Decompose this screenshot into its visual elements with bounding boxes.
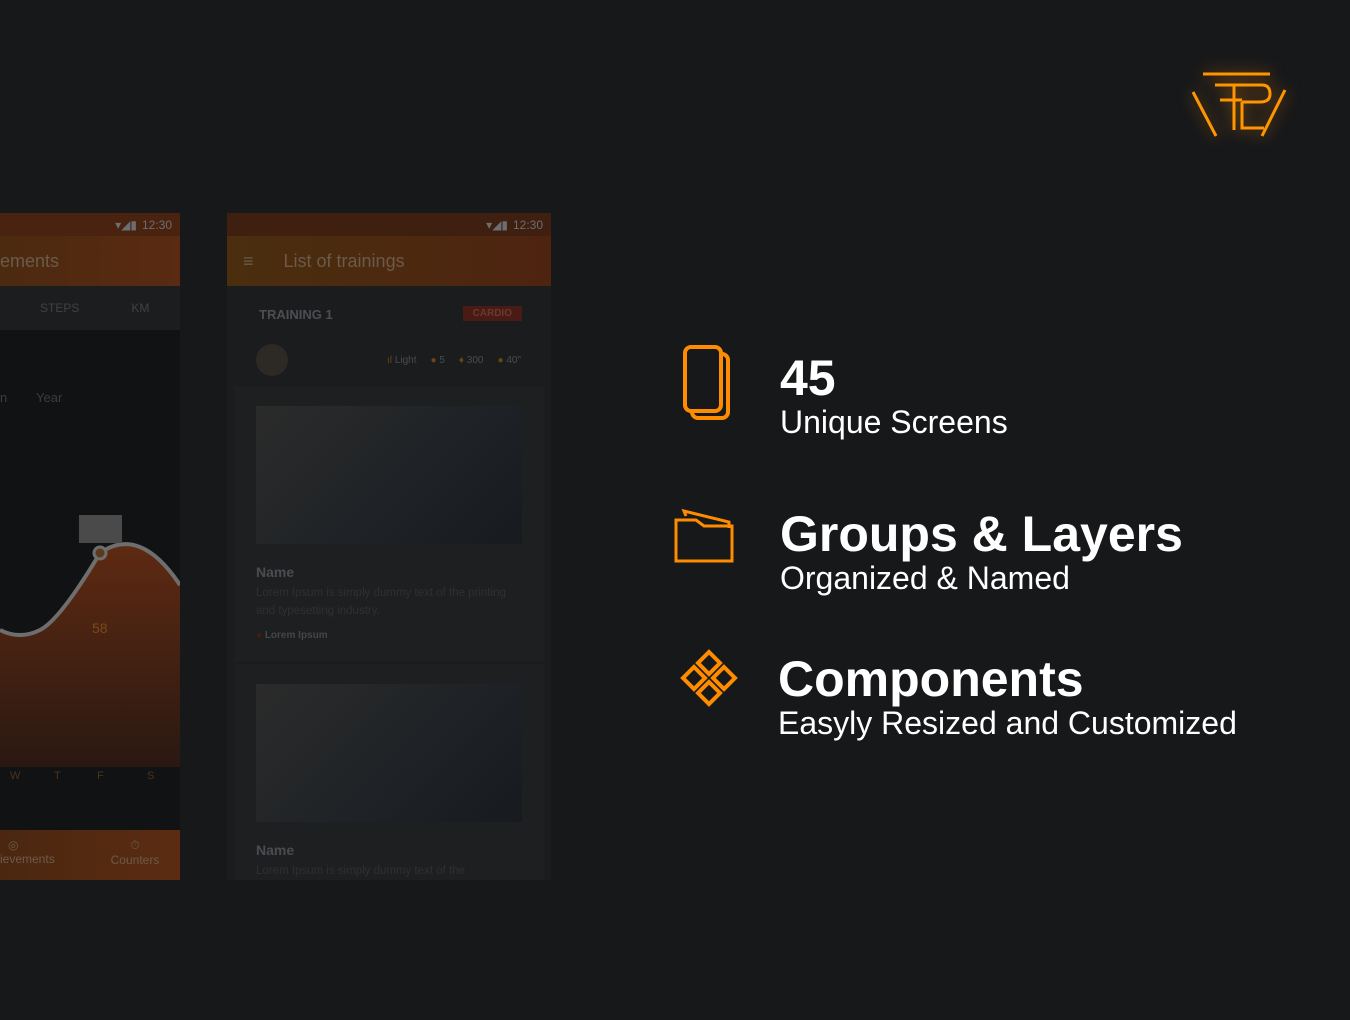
timer-icon: ● [497, 355, 504, 366]
status-time: 12:30 [512, 217, 543, 232]
card-tag: Lorem Ipsum [264, 630, 328, 641]
brand-logo [1190, 70, 1290, 140]
card-description: Lorem Ipsum is simply dummy text of the [256, 865, 465, 877]
feature-title: Groups & Layers [780, 506, 1183, 562]
nav-label: ievements [0, 852, 55, 866]
data-point [92, 545, 108, 561]
area-fill [0, 544, 180, 767]
area-chart: n Year 58 W T F S [0, 330, 180, 830]
cardio-badge: CARDIO [462, 306, 522, 321]
feature-subtitle: Easyly Resized and Customized [778, 705, 1237, 741]
kcal-value: 300 [466, 355, 484, 366]
status-time: 12:30 [141, 217, 172, 232]
level-value: Light [394, 355, 417, 366]
feature-subtitle: Organized & Named [780, 560, 1070, 596]
tab-steps[interactable]: STEPS [40, 301, 79, 315]
status-bar: ▾◢▮ 12:30 [0, 213, 180, 236]
folder-icon [674, 508, 736, 569]
day-label: F [97, 770, 104, 782]
tab-km[interactable]: KM [131, 301, 149, 315]
card-description: Lorem Ipsum is simply dummy text of the … [256, 587, 506, 617]
stopwatch-icon: ⏱ [130, 838, 140, 852]
intensity-icon: ıl [387, 355, 393, 366]
sets-value: 5 [439, 355, 445, 366]
wifi-icon: ▾◢▮ [115, 217, 137, 232]
wifi-icon: ▾◢▮ [486, 217, 508, 232]
achievements-phone-screen: ▾◢▮ 12:30 ements STEPS KM n Year 58 W T F … [0, 213, 180, 880]
trainings-phone-screen: ▾◢▮ 12:30 ≡ List of trainings TRAINING 1 C… [227, 213, 551, 880]
components-icon [679, 648, 741, 715]
card-name: Name [256, 842, 295, 858]
bottom-nav: ◎ ievements ⏱ Counters [0, 830, 180, 880]
status-bar: ▾◢▮ 12:30 [227, 213, 551, 236]
time-value: 40" [506, 355, 521, 366]
day-label: W [10, 770, 21, 782]
screens-icon [682, 344, 732, 427]
target-icon: ◎ [8, 838, 19, 852]
tag-dot-icon: ● [256, 630, 263, 641]
screen-title: List of trainings [283, 250, 405, 271]
training-card[interactable]: Name Lorem Ipsum is simply dummy text of… [234, 664, 544, 880]
feature-title: Components [778, 651, 1084, 707]
feature-title: 45 [780, 350, 836, 406]
weight-icon: ● [430, 355, 437, 366]
flame-icon: ♦ [458, 355, 465, 366]
training-card[interactable]: Name Lorem Ipsum is simply dummy text of… [234, 386, 544, 662]
training-photo [256, 406, 522, 544]
menu-icon[interactable]: ≡ [243, 251, 254, 272]
avatar [256, 344, 288, 376]
screen-title: ements [0, 250, 60, 271]
day-label: T [54, 770, 61, 782]
day-label: S [147, 770, 155, 782]
tooltip-value: 58 [92, 620, 108, 636]
card-name: Name [256, 564, 295, 580]
feature-subtitle: Unique Screens [780, 404, 1008, 440]
training-photo [256, 684, 522, 822]
nav-counters[interactable]: ⏱ Counters [90, 830, 180, 880]
nav-achievements[interactable]: ◎ ievements [0, 830, 90, 880]
tooltip-box [79, 515, 122, 543]
training-title: TRAINING 1 [259, 307, 333, 322]
nav-label: Counters [110, 853, 160, 867]
